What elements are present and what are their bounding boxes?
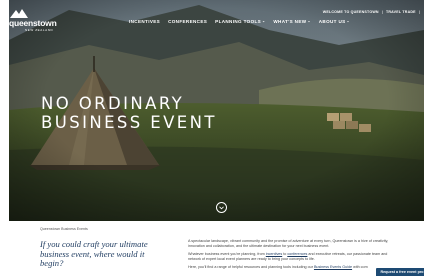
logo-mountain-icon bbox=[10, 9, 28, 18]
chevron-down-icon: ⌄ bbox=[262, 19, 266, 23]
page: queenstown NEW ZEALAND WELCOME TO QUEENS… bbox=[0, 0, 428, 276]
conferences-link[interactable]: conferences bbox=[287, 252, 307, 256]
paragraph-text: network of expert local event planners a… bbox=[188, 257, 315, 261]
chevron-down-icon bbox=[219, 206, 224, 209]
intro-paragraph-2: Whatever business event you're planning,… bbox=[188, 252, 422, 262]
nav-item-conferences[interactable]: CONFERENCES bbox=[168, 19, 207, 24]
hero-title-line-1: NO ORDINARY bbox=[41, 94, 185, 113]
paragraph-text: A spectacular landscape, vibrant communi… bbox=[188, 239, 389, 243]
nav-label: INCENTIVES bbox=[129, 18, 161, 24]
nav-label: PLANNING TOOLS bbox=[215, 18, 262, 24]
utility-divider: | bbox=[381, 10, 383, 14]
nav-item-about-us[interactable]: ABOUT US ⌄ bbox=[319, 19, 350, 24]
paragraph-text: Whatever business event you're planning,… bbox=[188, 252, 266, 256]
utility-link-welcome[interactable]: WELCOME TO QUEENSTOWN bbox=[323, 10, 379, 14]
page-edge bbox=[424, 0, 428, 276]
paragraph-text: with com bbox=[352, 265, 368, 269]
nav-item-incentives[interactable]: INCENTIVES bbox=[129, 19, 160, 24]
request-event-proposal-button[interactable]: Request a free event pro bbox=[376, 268, 428, 276]
hero-title: NO ORDINARY BUSINESS EVENT bbox=[41, 94, 217, 132]
paragraph-text: innovation and collaboration, and the ul… bbox=[188, 244, 330, 248]
nav-label: CONFERENCES bbox=[168, 18, 208, 24]
intro-paragraph-1: A spectacular landscape, vibrant communi… bbox=[188, 239, 422, 249]
nav-label: WHAT'S NEW bbox=[273, 18, 307, 24]
logo-subtitle: NEW ZEALAND bbox=[25, 28, 54, 32]
business-events-guide-link[interactable]: Business Events Guide bbox=[314, 265, 352, 269]
utility-divider: | bbox=[418, 10, 420, 14]
chevron-down-icon: ⌄ bbox=[346, 19, 350, 23]
scroll-down-button[interactable] bbox=[216, 202, 227, 213]
hero-banner: queenstown NEW ZEALAND WELCOME TO QUEENS… bbox=[9, 0, 424, 221]
utility-link-travel-trade[interactable]: TRAVEL TRADE bbox=[386, 10, 416, 14]
utility-nav: WELCOME TO QUEENSTOWN | TRAVEL TRADE | bbox=[323, 8, 420, 16]
breadcrumb[interactable]: Queenstown Business Events bbox=[40, 227, 88, 231]
main-nav: INCENTIVES CONFERENCES PLANNING TOOLS ⌄ … bbox=[129, 17, 350, 25]
nav-item-planning-tools[interactable]: PLANNING TOOLS ⌄ bbox=[215, 19, 265, 24]
chevron-down-icon: ⌄ bbox=[307, 19, 311, 23]
queenstown-logo[interactable]: queenstown NEW ZEALAND bbox=[9, 8, 69, 34]
paragraph-text: Here, you'll find a range of helpful res… bbox=[188, 265, 314, 269]
nav-label: ABOUT US bbox=[318, 18, 346, 24]
hero-title-line-2: BUSINESS EVENT bbox=[41, 112, 217, 132]
incentives-link[interactable]: incentives bbox=[266, 252, 282, 256]
nav-item-whats-new[interactable]: WHAT'S NEW ⌄ bbox=[273, 19, 310, 24]
intro-headline: If you could craft your ultimate busines… bbox=[40, 239, 170, 269]
intro-headline-line: begin? bbox=[40, 258, 64, 269]
paragraph-text: and executive retreats, our passionate t… bbox=[307, 252, 388, 256]
logo-wordmark: queenstown bbox=[9, 18, 57, 28]
